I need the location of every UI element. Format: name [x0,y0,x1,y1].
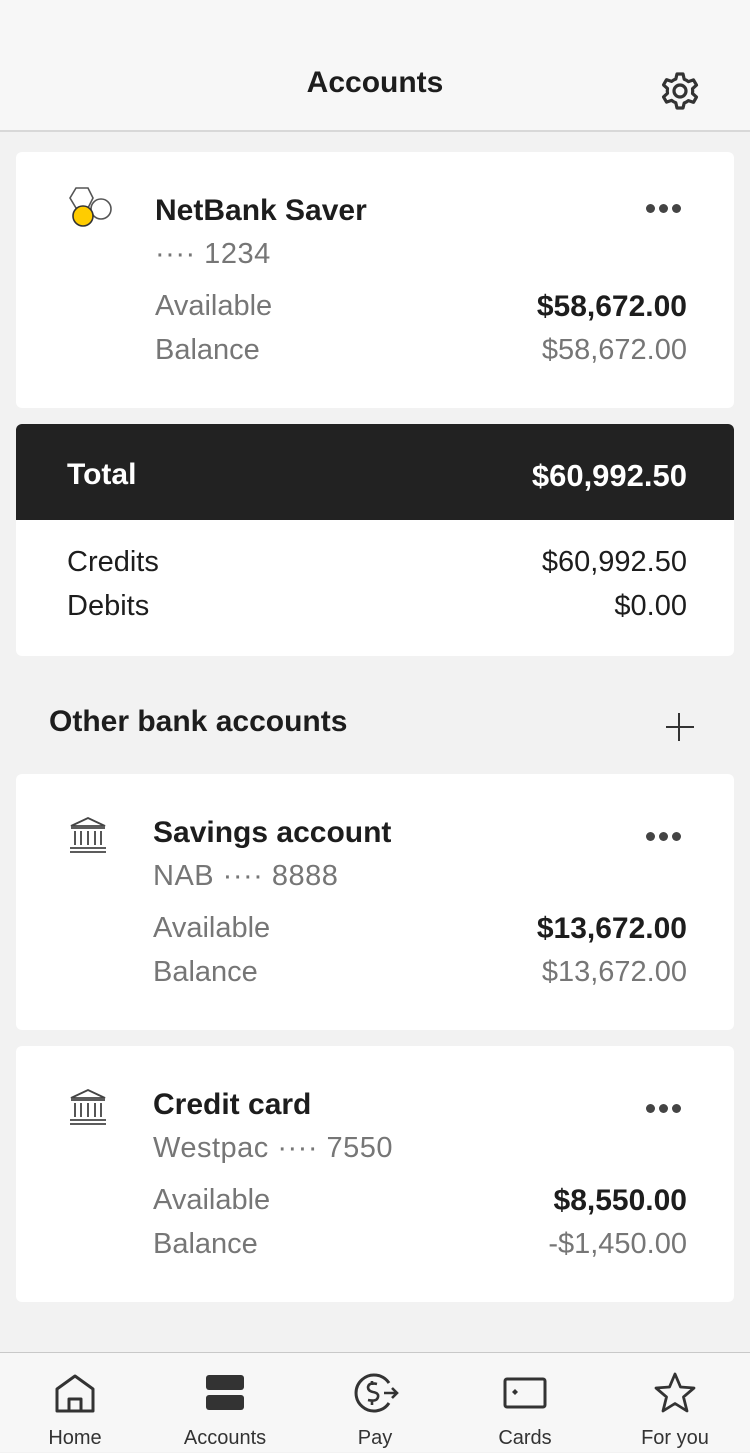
bank-icon [70,817,106,853]
gear-icon[interactable] [657,68,703,114]
pay-icon [354,1373,399,1413]
available-value: $8,550.00 [553,1184,687,1217]
tab-label: For you [641,1427,709,1449]
account-card-savings[interactable]: Savings account NAB ···· 8888 Available … [16,774,734,1030]
section-title: Other bank accounts [49,705,348,738]
debits-label: Debits [67,590,150,622]
tab-for-you[interactable]: For you [600,1353,750,1453]
plus-icon[interactable] [666,713,694,741]
available-label: Available [153,1184,271,1216]
tab-cards[interactable]: Cards [450,1353,600,1453]
home-icon [55,1374,95,1413]
tab-label: Cards [498,1427,552,1449]
bank-icon [70,1089,106,1125]
balance-label: Balance [153,1228,258,1260]
star-icon [654,1372,696,1413]
tab-label: Home [48,1427,102,1449]
account-name: Savings account [153,816,392,849]
account-card-credit[interactable]: Credit card Westpac ···· 7550 Available … [16,1046,734,1302]
credits-value: $60,992.50 [541,546,687,578]
tab-label: Pay [357,1427,393,1449]
tab-pay[interactable]: Pay [300,1353,450,1453]
app-header: Accounts [0,0,750,132]
account-card-netbank-saver[interactable]: NetBank Saver ···· 1234 Available $58,67… [16,152,734,408]
account-number: ···· 1234 [155,238,271,270]
account-number: Westpac ···· 7550 [153,1132,394,1164]
tab-home[interactable]: Home [0,1353,150,1453]
tab-label: Accounts [183,1427,267,1449]
tab-accounts[interactable]: Accounts [150,1353,300,1453]
account-name: Credit card [153,1088,312,1121]
total-value: $60,992.50 [531,458,687,493]
balance-value: -$1,450.00 [548,1228,687,1260]
total-label: Total [67,458,137,491]
balance-value: $13,672.00 [541,956,687,988]
bottom-tab-bar: Home Accounts Pay Cards For you [0,1352,750,1452]
available-label: Available [153,912,271,944]
balance-label: Balance [155,334,260,366]
available-value: $13,672.00 [536,912,687,945]
total-summary-bar: Total $60,992.50 [16,424,734,520]
available-value: $58,672.00 [536,290,687,323]
account-name: NetBank Saver [155,194,367,227]
credits-label: Credits [67,546,159,578]
balance-label: Balance [153,956,258,988]
totals-breakdown: Credits $60,992.50 Debits $0.00 [16,520,734,656]
card-icon [503,1377,547,1409]
more-options-icon[interactable] [644,1104,684,1114]
more-options-icon[interactable] [644,832,684,842]
more-options-icon[interactable] [644,204,684,214]
accounts-icon [206,1375,244,1410]
debits-value: $0.00 [614,590,687,622]
balance-value: $58,672.00 [541,334,687,366]
page-title: Accounts [306,66,444,99]
account-number: NAB ···· 8888 [153,860,339,892]
bubbles-logo-icon [69,187,112,227]
available-label: Available [155,290,273,322]
